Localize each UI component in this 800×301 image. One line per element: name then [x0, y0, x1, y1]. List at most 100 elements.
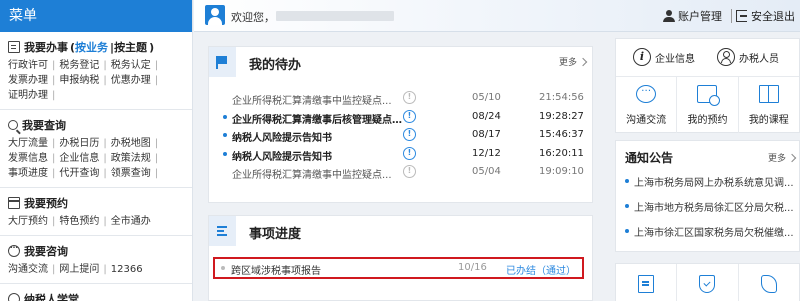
bullet-dot-icon — [625, 229, 629, 233]
quick-links-panel: i 企业信息 办税人员 沟通交流 我的预约 我的课程 — [615, 38, 800, 133]
account-label: 账户管理 — [678, 10, 722, 23]
notice-text: 上海市税务局网上办税系统意见调... — [634, 178, 794, 189]
notice-more-link[interactable]: 更多 — [767, 151, 797, 164]
todo-time: 15:46:37 — [539, 129, 584, 140]
link-ticket-query[interactable]: 领票查询 — [111, 166, 151, 181]
todo-row[interactable]: 纳税人风险提示告知书 ! 12/12 16:20:11 — [209, 145, 592, 164]
sep: | — [103, 153, 107, 164]
exclamation-icon: ! — [403, 128, 416, 141]
todo-row[interactable]: 纳税人风险提示告知书 ! 08/17 15:46:37 — [209, 126, 592, 145]
more-label: 更多 — [767, 154, 786, 164]
company-info-label: 企业信息 — [655, 53, 695, 65]
sep: | — [52, 90, 56, 101]
todo-date: 08/17 — [472, 129, 501, 140]
notice-item[interactable]: 上海市地方税务局徐汇区分局欠税... — [616, 198, 799, 223]
phone-button[interactable] — [739, 264, 799, 301]
link-policy[interactable]: 政策法规 — [111, 151, 151, 166]
notice-item[interactable]: 上海市税务局网上办税系统意见调... — [616, 173, 799, 198]
sidebar-title: 菜单 — [0, 0, 192, 32]
todo-row[interactable]: 企业所得税汇算清缴事中监控疑点... ! 05/10 21:54:56 — [209, 89, 592, 108]
company-name-redacted — [276, 11, 394, 21]
todo-title-text: 纳税人风险提示告知书 — [232, 151, 332, 163]
link-communication[interactable]: 沟通交流 — [8, 262, 48, 277]
link-progress[interactable]: 事项进度 — [8, 166, 48, 181]
communication-cell[interactable]: 沟通交流 — [616, 77, 678, 133]
option-by-topic[interactable]: 按主题 — [114, 39, 147, 55]
booking-links: 大厅预约 | 特色预约 | 全市通办 — [8, 212, 184, 233]
link-tax-map[interactable]: 办税地图 — [111, 136, 151, 151]
bullet-dot-icon — [625, 204, 629, 208]
notice-item[interactable]: 上海市徐汇区国家税务局欠税催缴... — [616, 223, 799, 248]
link-tax-registration[interactable]: 税务登记 — [59, 58, 99, 73]
todo-row[interactable]: 企业所得税汇算清缴事中监控疑点... ! 05/04 19:09:10 — [209, 163, 592, 182]
link-certificate[interactable]: 证明办理 — [8, 88, 48, 103]
document-icon — [8, 41, 20, 53]
taxpayer-staff-label: 办税人员 — [739, 53, 779, 65]
link-hall-traffic[interactable]: 大厅流量 — [8, 136, 48, 151]
exclamation-icon: ! — [403, 91, 416, 104]
sidebar-section-services: 我要办事 ( 按业务 | 按主题 ) 行政许可 | 税务登记 | 税务认定 | 发票办… — [0, 32, 192, 110]
notice-title: 通知公告 — [625, 151, 674, 165]
sep: | — [103, 60, 107, 71]
link-12366[interactable]: 12366 — [111, 262, 143, 277]
query-links: 大厅流量 | 办税日历 | 办税地图 | 发票信息 | 企业信息 | 政策法规 | 事项进度… — [8, 134, 184, 185]
section-label: 我要咨询 — [24, 245, 68, 258]
report-button[interactable] — [616, 264, 678, 301]
chevron-right-icon — [578, 57, 588, 66]
todo-date: 12/12 — [472, 147, 501, 159]
link-invoice-info[interactable]: 发票信息 — [8, 151, 48, 166]
section-title-services: 我要办事 ( 按业务 | 按主题 ) — [8, 38, 184, 56]
option-by-business[interactable]: 按业务 — [75, 39, 108, 55]
sep: | — [52, 75, 56, 86]
security-button[interactable] — [677, 264, 739, 301]
exclamation-icon: ! — [403, 165, 416, 178]
paren-close: ) — [149, 40, 155, 54]
consult-links: 沟通交流 | 网上提问 | 12366 — [8, 260, 184, 281]
link-tax-filing[interactable]: 申报纳税 — [59, 73, 99, 88]
section-title-school[interactable]: 纳税人学堂 — [8, 290, 184, 301]
my-booking-cell[interactable]: 我的预约 — [677, 77, 739, 133]
quick-cells: 沟通交流 我的预约 我的课程 — [616, 76, 799, 133]
link-online-question[interactable]: 网上提问 — [59, 262, 99, 277]
link-hall-booking[interactable]: 大厅预约 — [8, 214, 48, 229]
sidebar-section-consult: 我要咨询 沟通交流| 网上提问| 12366 — [0, 236, 192, 284]
unread-dot-icon — [223, 133, 227, 137]
section-label: 我要预约 — [24, 197, 68, 210]
todo-date: 05/04 — [472, 166, 501, 177]
link-issue-query[interactable]: 代开查询 — [59, 166, 99, 181]
sep: | — [154, 168, 159, 179]
logout-button[interactable]: 安全退出 — [736, 8, 795, 24]
todo-time: 19:09:10 — [539, 166, 584, 177]
sep: | — [154, 75, 159, 86]
todo-row[interactable]: 企业所得税汇算清缴事后核管理疑点... ! 08/24 19:28:27 — [209, 108, 592, 127]
account-management-button[interactable]: 账户管理 — [663, 8, 722, 24]
sidebar-section-school: 纳税人学堂 — [0, 284, 192, 301]
link-tax-calendar[interactable]: 办税日历 — [59, 136, 99, 151]
link-admin-license[interactable]: 行政许可 — [8, 58, 48, 73]
todo-time: 21:54:56 — [539, 92, 584, 103]
link-tax-certification[interactable]: 税务认定 — [111, 58, 151, 73]
book-icon — [758, 85, 779, 103]
taxpayer-staff-button[interactable]: 办税人员 — [717, 48, 779, 66]
todo-panel-header: 我的待办 更多 — [209, 47, 592, 77]
link-company-info[interactable]: 企业信息 — [59, 151, 99, 166]
link-invoice[interactable]: 发票办理 — [8, 73, 48, 88]
link-special-booking[interactable]: 特色预约 — [59, 214, 99, 229]
progress-item-status: 已办结（通过） — [506, 266, 576, 277]
progress-row[interactable]: 跨区域涉税事项报告 10/16 已办结（通过） — [213, 257, 584, 279]
chat-bubble-icon — [636, 83, 657, 103]
todo-list: 企业所得税汇算清缴事中监控疑点... ! 05/10 21:54:56 企业所得… — [209, 89, 592, 182]
sep: | — [52, 138, 56, 149]
sidebar-section-booking: 我要预约 大厅预约 | 特色预约 | 全市通办 — [0, 188, 192, 236]
progress-header-icon-box — [209, 216, 236, 246]
notice-panel: 通知公告 更多 上海市税务局网上办税系统意见调... 上海市地方税务局徐汇区分局… — [615, 140, 800, 252]
person-icon — [663, 10, 675, 22]
my-course-cell[interactable]: 我的课程 — [739, 77, 799, 133]
link-preferential[interactable]: 优惠办理 — [111, 73, 151, 88]
company-info-button[interactable]: i 企业信息 — [633, 48, 695, 66]
todo-more-link[interactable]: 更多 — [559, 55, 588, 68]
todo-panel: 我的待办 更多 企业所得税汇算清缴事中监控疑点... ! 05/10 21:54… — [208, 46, 593, 203]
quick-top-row: i 企业信息 办税人员 — [616, 39, 799, 76]
link-citywide[interactable]: 全市通办 — [111, 214, 151, 229]
info-icon: i — [633, 48, 651, 66]
